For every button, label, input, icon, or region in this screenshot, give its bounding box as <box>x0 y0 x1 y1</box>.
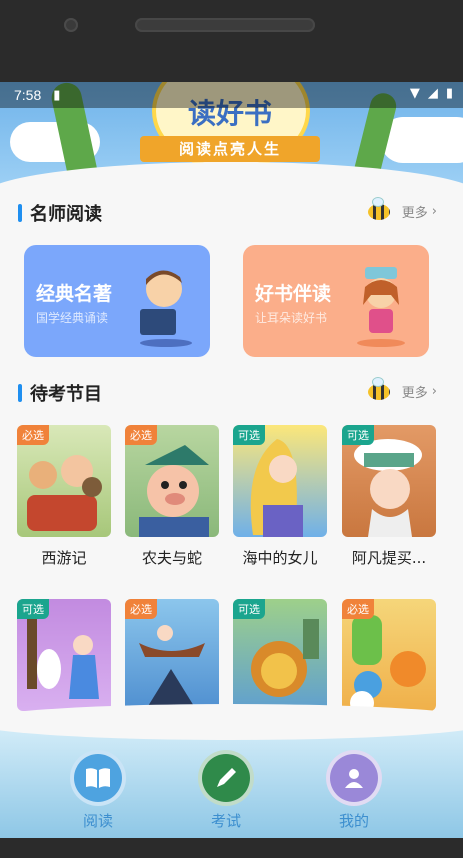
section-title-teachers: 名师阅读 <box>18 200 102 226</box>
banner-slogan: 阅读点亮人生 <box>140 136 320 162</box>
card-title: 好书伴读 <box>255 283 332 305</box>
book-cover[interactable]: 必选 <box>125 425 219 537</box>
book-cover[interactable]: 可选 <box>17 599 111 711</box>
card-companion-reading[interactable]: 好书伴读 让耳朵读好书 <box>243 245 429 357</box>
section-title-exam: 待考节目 <box>18 380 102 406</box>
card-classics[interactable]: 经典名著 国学经典诵读 <box>24 245 210 357</box>
tag-optional: 可选 <box>233 425 265 445</box>
book-title: 西游记 <box>41 549 87 567</box>
chevron-right-icon: › <box>431 384 437 399</box>
book-cover[interactable]: 可选 <box>233 599 327 711</box>
girl-with-book-illustration <box>357 267 405 347</box>
book-cover[interactable]: 必选 <box>125 599 219 711</box>
tab-mine[interactable]: 我的 <box>314 750 394 831</box>
device-bezel-bottom <box>0 838 463 858</box>
tab-reading[interactable]: 阅读 <box>58 750 138 831</box>
speaker-grille <box>135 18 315 32</box>
tag-optional: 可选 <box>17 599 49 619</box>
tab-label: 考试 <box>210 812 241 830</box>
app-screen: 读好书 阅读点亮人生 7:58 ▮ ▼ ◢ ▮ 名师阅读 更多 › 经典名著 国… <box>0 82 463 838</box>
chevron-right-icon: › <box>431 204 437 219</box>
status-time: 7:58 <box>14 87 42 103</box>
sim-card-icon: ▮ <box>53 87 61 103</box>
signal-icon: ◢ <box>427 86 438 101</box>
pen-icon <box>198 750 254 806</box>
card-subtitle: 国学经典诵读 <box>36 311 109 325</box>
card-subtitle: 让耳朵读好书 <box>255 311 328 325</box>
battery-icon: ▮ <box>445 86 453 101</box>
tag-optional: 可选 <box>233 599 265 619</box>
card-title: 经典名著 <box>36 283 113 305</box>
book-cover[interactable]: 可选 <box>342 425 436 537</box>
book-icon <box>70 750 126 806</box>
camera-icon <box>64 18 78 32</box>
tag-required: 必选 <box>17 425 49 445</box>
bee-icon <box>367 376 390 400</box>
tab-label: 我的 <box>338 812 369 830</box>
tag-required: 必选 <box>125 425 157 445</box>
book-cover[interactable]: 必选 <box>17 425 111 537</box>
tab-exam[interactable]: 考试 <box>186 750 266 831</box>
tag-required: 必选 <box>342 599 374 619</box>
more-button-teachers[interactable]: 更多 › <box>367 196 437 221</box>
user-icon <box>326 750 382 806</box>
book-title: 海中的女儿 <box>242 549 318 567</box>
book-title: 阿凡提买... <box>351 549 427 567</box>
tag-optional: 可选 <box>342 425 374 445</box>
book-cover[interactable]: 可选 <box>233 425 327 537</box>
book-title: 农夫与蛇 <box>141 549 202 567</box>
wifi-icon: ▼ <box>409 86 420 101</box>
tag-required: 必选 <box>125 599 157 619</box>
more-button-exam[interactable]: 更多 › <box>367 376 437 401</box>
boy-reading-illustration <box>140 270 192 347</box>
bee-icon <box>367 196 390 220</box>
bottom-tab-bar: 阅读 考试 我的 <box>0 704 463 838</box>
tab-label: 阅读 <box>82 812 113 830</box>
device-bezel-top <box>0 0 463 82</box>
book-cover[interactable]: 必选 <box>342 599 436 711</box>
status-bar: 7:58 ▮ ▼ ◢ ▮ <box>0 82 463 108</box>
